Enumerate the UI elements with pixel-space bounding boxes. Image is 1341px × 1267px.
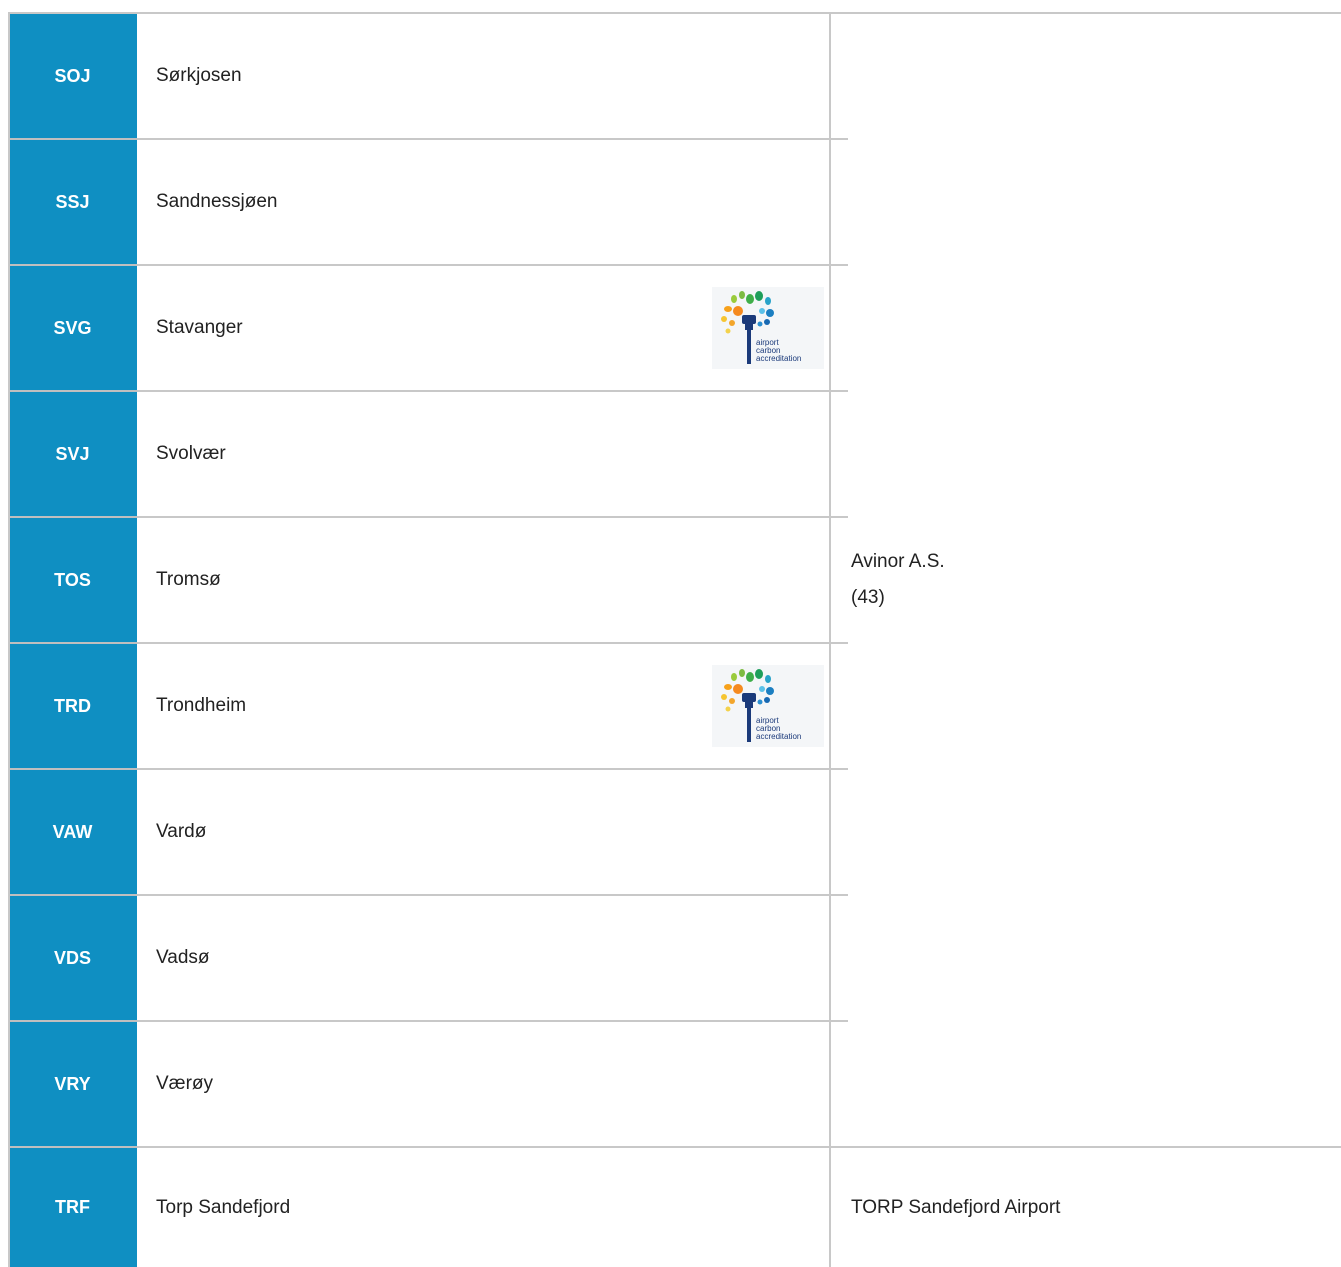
airport-name-cell: Tromsø [137,517,848,644]
airport-name: Svolvær [156,443,226,464]
aca-text-3: accreditation [756,354,801,363]
airport-code: TRD [8,643,137,770]
airport-name-cell: Torp Sandefjord [137,1147,848,1267]
airport-name: Vadsø [156,947,210,968]
airport-code: VAW [8,769,137,896]
airport-code: TOS [8,517,137,644]
operator-cell-torp: TORP Sandefjord Airport [831,1148,1341,1267]
table-left-border [8,12,10,1267]
table-row: TOS Tromsø [8,517,848,644]
airport-name: Trondheim [156,695,247,716]
airport-name: Vardø [156,821,207,842]
table-row: VDS Vadsø [8,895,848,1022]
table-row: SVG Stavanger airport carbon accreditatio… [8,265,848,392]
airport-name-cell: Svolvær [137,391,848,518]
airport-code: TRF [8,1147,137,1267]
airport-code: SSJ [8,139,137,266]
operator-name: Avinor A.S. [851,551,945,572]
operator-cell-avinor: Avinor A.S. (43) [831,14,1341,1146]
airport-name-cell: Sandnessjøen [137,139,848,266]
operator-name: TORP Sandefjord Airport [851,1196,1061,1218]
airport-name-cell: Vadsø [137,895,848,1022]
airport-name: Tromsø [156,569,221,590]
airport-name-cell: Trondheim airport carbon accreditation [137,643,848,770]
table-row: SSJ Sandnessjøen [8,139,848,266]
airport-name: Stavanger [156,317,243,338]
table-row: SOJ Sørkjosen [8,14,848,140]
aca-text-3: accreditation [756,732,801,741]
airport-code: SVJ [8,391,137,518]
airport-name: Sørkjosen [156,65,242,86]
airport-name-cell: Værøy [137,1021,848,1148]
airport-name: Sandnessjøen [156,191,278,212]
airport-code: VDS [8,895,137,1022]
table-row: TRF Torp Sandefjord [8,1147,848,1267]
airport-table-region: SOJ Sørkjosen SSJ Sandnessjøen SVG Stavanger … [0,0,1341,1267]
airport-carbon-accreditation-logo-icon: airport carbon accreditation [712,665,824,747]
airport-name-cell: Vardø [137,769,848,896]
table-row: VAW Vardø [8,769,848,896]
airport-code: SVG [8,265,137,392]
operator-airport-count: (43) [851,587,885,608]
airport-name-cell: Stavanger airport carbon accreditation [137,265,848,392]
airport-code: VRY [8,1021,137,1148]
airport-carbon-accreditation-logo-icon: airport carbon accreditation [712,287,824,369]
table-row: VRY Værøy [8,1021,848,1148]
airport-name-cell: Sørkjosen [137,14,848,140]
airport-code: SOJ [8,14,137,140]
airport-table: SOJ Sørkjosen SSJ Sandnessjøen SVG Stavanger … [8,14,848,1267]
table-row: TRD Trondheim airport carbon accreditatio… [8,643,848,770]
airport-name: Værøy [156,1073,213,1094]
airport-name: Torp Sandefjord [156,1196,291,1218]
table-row: SVJ Svolvær [8,391,848,518]
